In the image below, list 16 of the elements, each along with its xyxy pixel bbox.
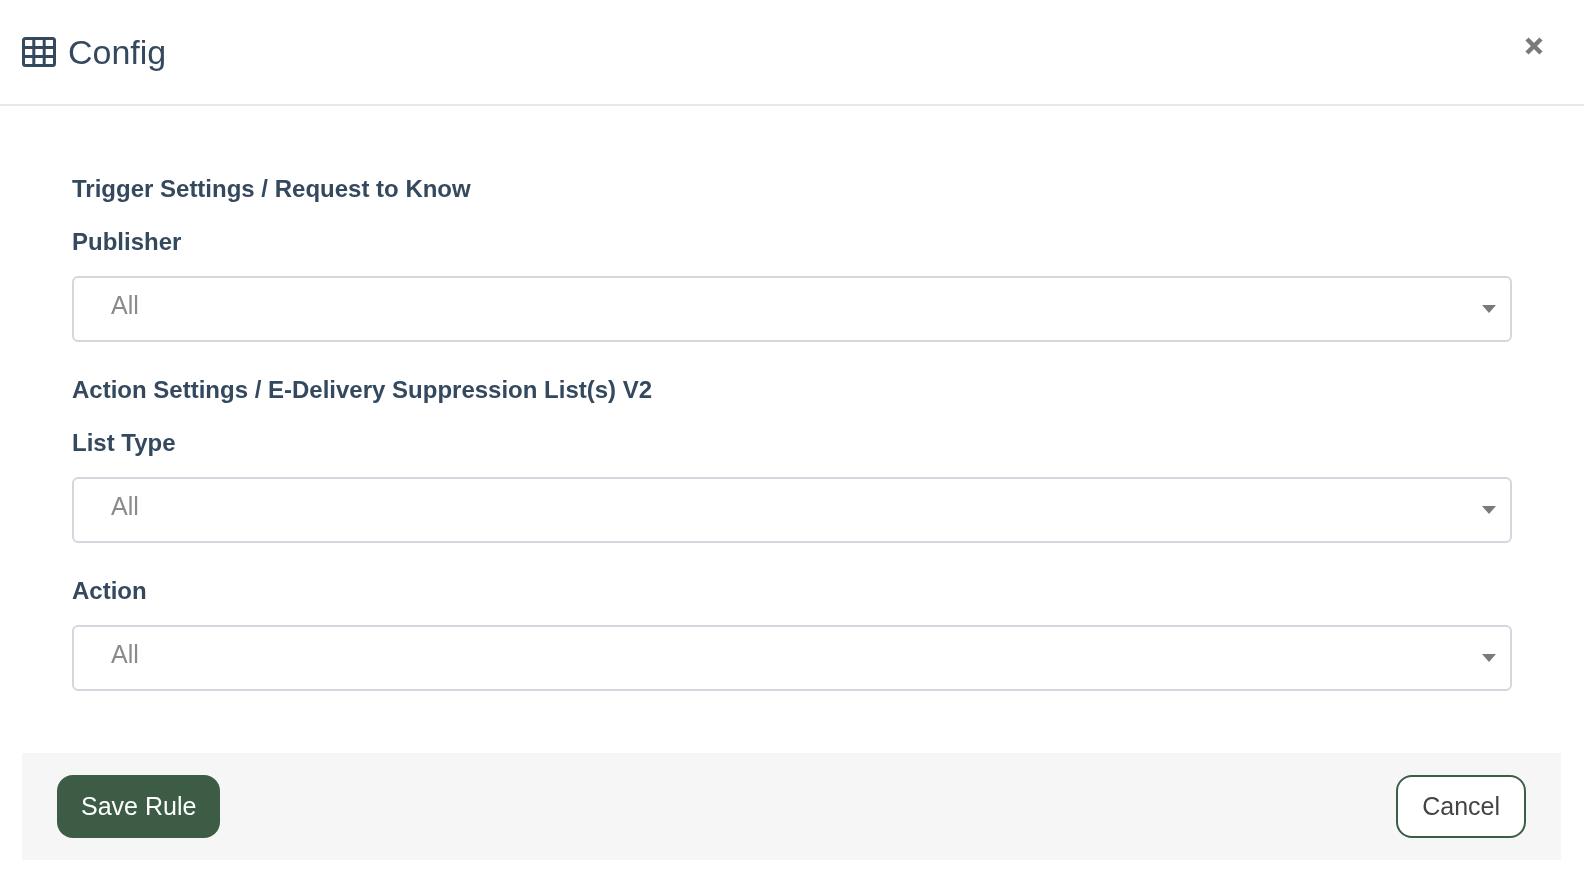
select-field[interactable]: All: [72, 477, 1512, 543]
section-heading: Trigger Settings / Request to Know: [72, 175, 472, 203]
cancel-button[interactable]: Cancel: [1396, 775, 1526, 838]
field-label: Action: [72, 577, 148, 605]
section-heading: Action Settings / E-Delivery Suppression List(s) V2: [72, 376, 654, 404]
caret-icon: [1482, 305, 1496, 313]
caret-icon: [1482, 506, 1496, 514]
field-label: List Type: [72, 429, 177, 457]
caret-icon: [1482, 654, 1496, 662]
table-icon: [22, 37, 56, 67]
select-field[interactable]: All: [72, 276, 1512, 342]
field-label: Publisher: [72, 228, 183, 256]
close-icon[interactable]: [1524, 36, 1544, 56]
dialog-title: Config: [68, 32, 167, 72]
save-button[interactable]: Save Rule: [57, 775, 221, 838]
select-field[interactable]: All: [72, 625, 1512, 691]
